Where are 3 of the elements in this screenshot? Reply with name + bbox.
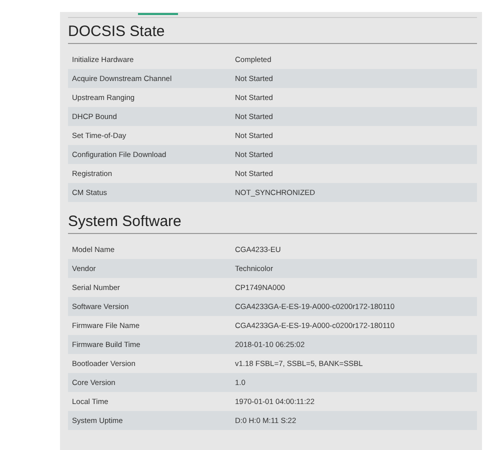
section-heading: System Software [68, 208, 477, 234]
tab-underline [138, 13, 178, 15]
section-heading: DOCSIS State [68, 18, 477, 44]
